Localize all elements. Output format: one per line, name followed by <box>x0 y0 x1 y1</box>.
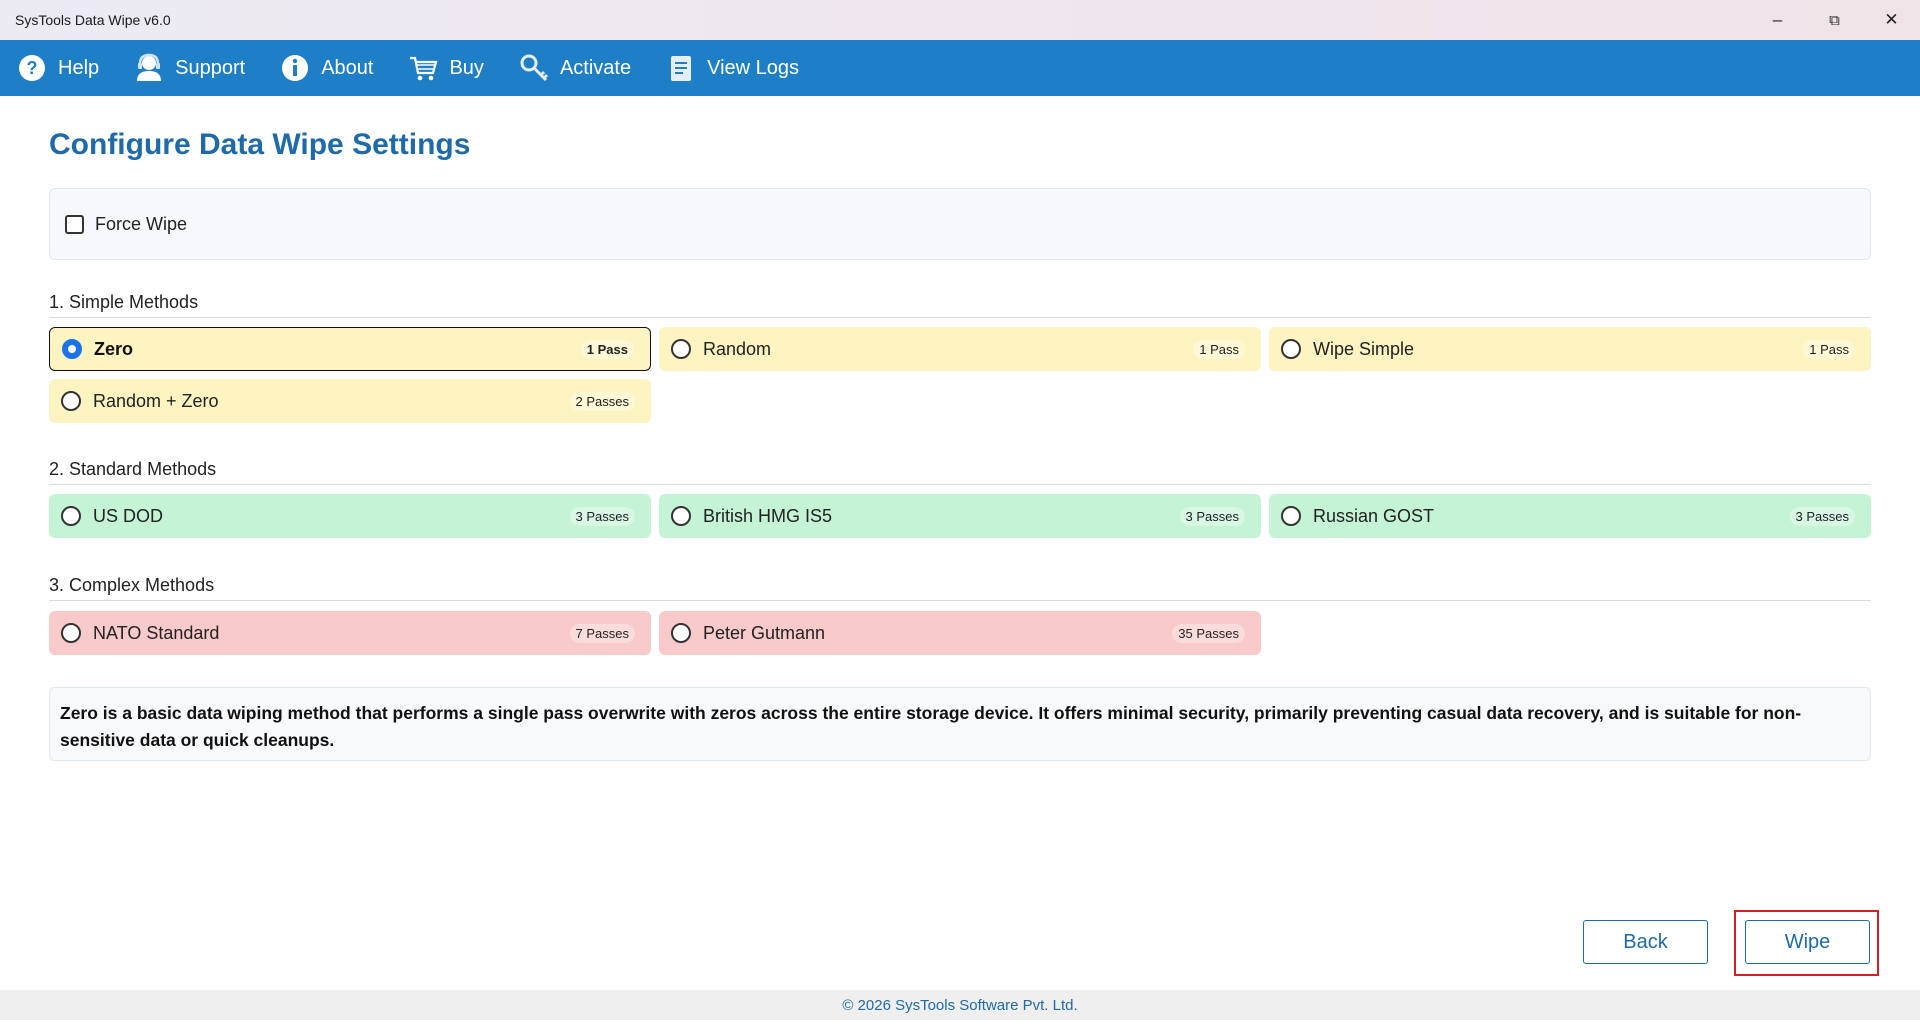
radio-wipe-simple[interactable] <box>1281 339 1301 359</box>
method-name: NATO Standard <box>93 622 220 643</box>
support-button[interactable]: Support <box>133 52 245 84</box>
support-label: Support <box>175 56 246 79</box>
help-icon: ? <box>16 52 48 84</box>
page-title: Configure Data Wipe Settings <box>49 128 471 161</box>
method-peter-gutmann[interactable]: Peter Gutmann 35 Passes <box>659 611 1261 655</box>
pass-count-badge: 1 Pass <box>1193 339 1245 359</box>
method-nato-standard[interactable]: NATO Standard 7 Passes <box>49 611 651 655</box>
support-icon <box>133 52 165 84</box>
logs-icon <box>665 52 697 84</box>
radio-random[interactable] <box>671 339 691 359</box>
method-us-dod[interactable]: US DOD 3 Passes <box>49 494 651 538</box>
method-random-zero[interactable]: Random + Zero 2 Passes <box>49 379 651 423</box>
pass-count-badge: 1 Pass <box>1803 339 1855 359</box>
method-name: Wipe Simple <box>1313 338 1415 359</box>
simple-methods-heading: 1. Simple Methods <box>49 292 199 312</box>
about-label: About <box>321 56 374 79</box>
pass-count-badge: 7 Passes <box>569 623 635 643</box>
cart-icon <box>407 52 439 84</box>
method-russian-gost[interactable]: Russian GOST 3 Passes <box>1269 494 1871 538</box>
about-button[interactable]: About <box>279 52 373 84</box>
force-wipe-label[interactable]: Force Wipe <box>95 214 187 235</box>
view-logs-button[interactable]: View Logs <box>665 52 799 84</box>
key-icon <box>518 52 550 84</box>
method-random[interactable]: Random 1 Pass <box>659 327 1261 371</box>
section-divider <box>49 484 1871 485</box>
complex-methods-heading: 3. Complex Methods <box>49 575 215 595</box>
title-bar: SysTools Data Wipe v6.0 – ⧉ ✕ <box>0 0 1920 40</box>
window-controls: – ⧉ ✕ <box>1749 0 1920 40</box>
standard-methods-heading: 2. Standard Methods <box>49 459 217 479</box>
minimize-button[interactable]: – <box>1749 0 1806 40</box>
top-toolbar: ? Help Support About Buy Activate View L… <box>0 40 1920 96</box>
buy-button[interactable]: Buy <box>407 52 484 84</box>
radio-nato-standard[interactable] <box>61 623 81 643</box>
close-button[interactable]: ✕ <box>1863 0 1920 40</box>
activate-button[interactable]: Activate <box>518 52 631 84</box>
view-logs-label: View Logs <box>707 56 800 79</box>
method-name: Peter Gutmann <box>703 622 826 643</box>
footer-copyright: © 2026 SysTools Software Pvt. Ltd. <box>0 990 1920 1020</box>
back-button[interactable]: Back <box>1583 920 1708 964</box>
method-name: Russian GOST <box>1313 505 1435 526</box>
radio-british-hmg-is5[interactable] <box>671 506 691 526</box>
method-name: Zero <box>94 338 134 359</box>
restore-button[interactable]: ⧉ <box>1806 0 1863 40</box>
wipe-button[interactable]: Wipe <box>1745 920 1870 964</box>
app-title: SysTools Data Wipe v6.0 <box>15 12 171 28</box>
force-wipe-panel: Force Wipe <box>49 188 1871 260</box>
method-name: US DOD <box>93 505 164 526</box>
method-description: Zero is a basic data wiping method that … <box>49 687 1871 761</box>
pass-count-badge: 3 Passes <box>1789 506 1855 526</box>
pass-count-badge: 3 Passes <box>569 506 635 526</box>
pass-count-badge: 35 Passes <box>1172 623 1245 643</box>
force-wipe-checkbox[interactable] <box>65 214 84 234</box>
method-zero[interactable]: Zero 1 Pass <box>49 327 651 371</box>
activate-label: Activate <box>559 56 632 79</box>
radio-random-zero[interactable] <box>61 391 81 411</box>
section-divider <box>49 317 1871 318</box>
method-name: Random <box>703 338 772 359</box>
pass-count-badge: 2 Passes <box>569 391 635 411</box>
radio-russian-gost[interactable] <box>1281 506 1301 526</box>
method-wipe-simple[interactable]: Wipe Simple 1 Pass <box>1269 327 1871 371</box>
method-name: British HMG IS5 <box>703 505 833 526</box>
help-label: Help <box>58 56 100 79</box>
pass-count-badge: 1 Pass <box>580 339 634 359</box>
section-divider <box>49 600 1871 601</box>
svg-text:?: ? <box>27 58 38 78</box>
method-british-hmg-is5[interactable]: British HMG IS5 3 Passes <box>659 494 1261 538</box>
radio-peter-gutmann[interactable] <box>671 623 691 643</box>
method-name: Random + Zero <box>93 390 219 411</box>
info-icon <box>279 52 311 84</box>
radio-zero[interactable] <box>62 339 82 359</box>
buy-label: Buy <box>449 56 484 79</box>
radio-us-dod[interactable] <box>61 506 81 526</box>
pass-count-badge: 3 Passes <box>1179 506 1245 526</box>
help-button[interactable]: ? Help <box>16 52 99 84</box>
